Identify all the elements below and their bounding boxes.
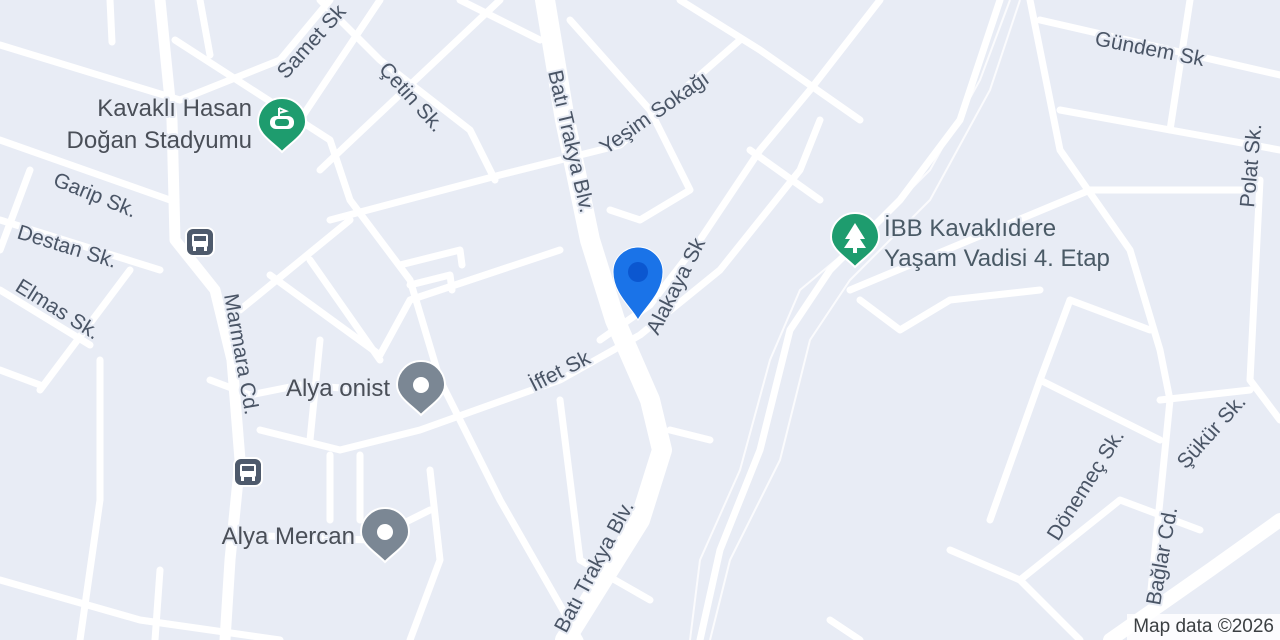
stadium-label-line2: Doğan Stadyumu <box>67 127 252 154</box>
park-label-line2: Yaşam Vadisi 4. Etap <box>884 245 1110 272</box>
road-north-2 <box>106 0 116 46</box>
map-view[interactable]: Samet Sk Çetin Sk. Batı Trakya Blv. Yeşi… <box>0 0 1280 640</box>
alya-onist-label: Alya onist <box>286 375 390 402</box>
bus-stop-icon[interactable] <box>185 227 215 257</box>
bus-stop-icon[interactable] <box>233 457 263 487</box>
road-south-3 <box>151 566 164 640</box>
map-attribution: Map data ©2026 <box>1127 614 1280 640</box>
park-label-line1: İBB Kavaklıdere <box>884 215 1056 242</box>
stadium-label-line1: Kavaklı Hasan <box>97 95 252 122</box>
map-canvas[interactable]: Samet Sk Çetin Sk. Batı Trakya Blv. Yeşi… <box>0 0 1280 640</box>
alya-mercan-label: Alya Mercan <box>222 523 355 550</box>
